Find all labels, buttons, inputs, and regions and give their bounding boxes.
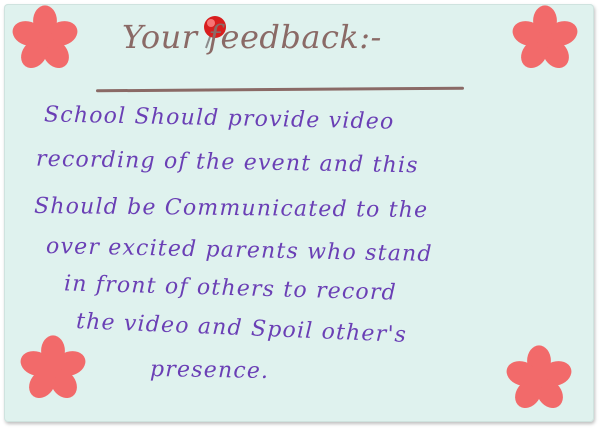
feedback-line: the video and Spoil other's	[75, 309, 408, 348]
note-heading: Your feedback:-	[122, 18, 382, 56]
flower-icon	[510, 4, 580, 74]
feedback-line: Should be Communicated to the	[33, 193, 429, 224]
feedback-line: over excited parents who stand	[45, 233, 433, 268]
feedback-line: in front of others to record	[63, 271, 398, 306]
feedback-line: presence.	[149, 356, 270, 385]
flower-icon	[504, 344, 574, 414]
feedback-note: Your feedback:- School Should provide vi…	[4, 4, 594, 422]
feedback-line: School Should provide video	[43, 102, 395, 135]
heading-underline	[95, 86, 465, 93]
flower-icon	[10, 4, 80, 74]
feedback-line: recording of the event and this	[35, 146, 419, 179]
flower-icon	[18, 334, 88, 404]
